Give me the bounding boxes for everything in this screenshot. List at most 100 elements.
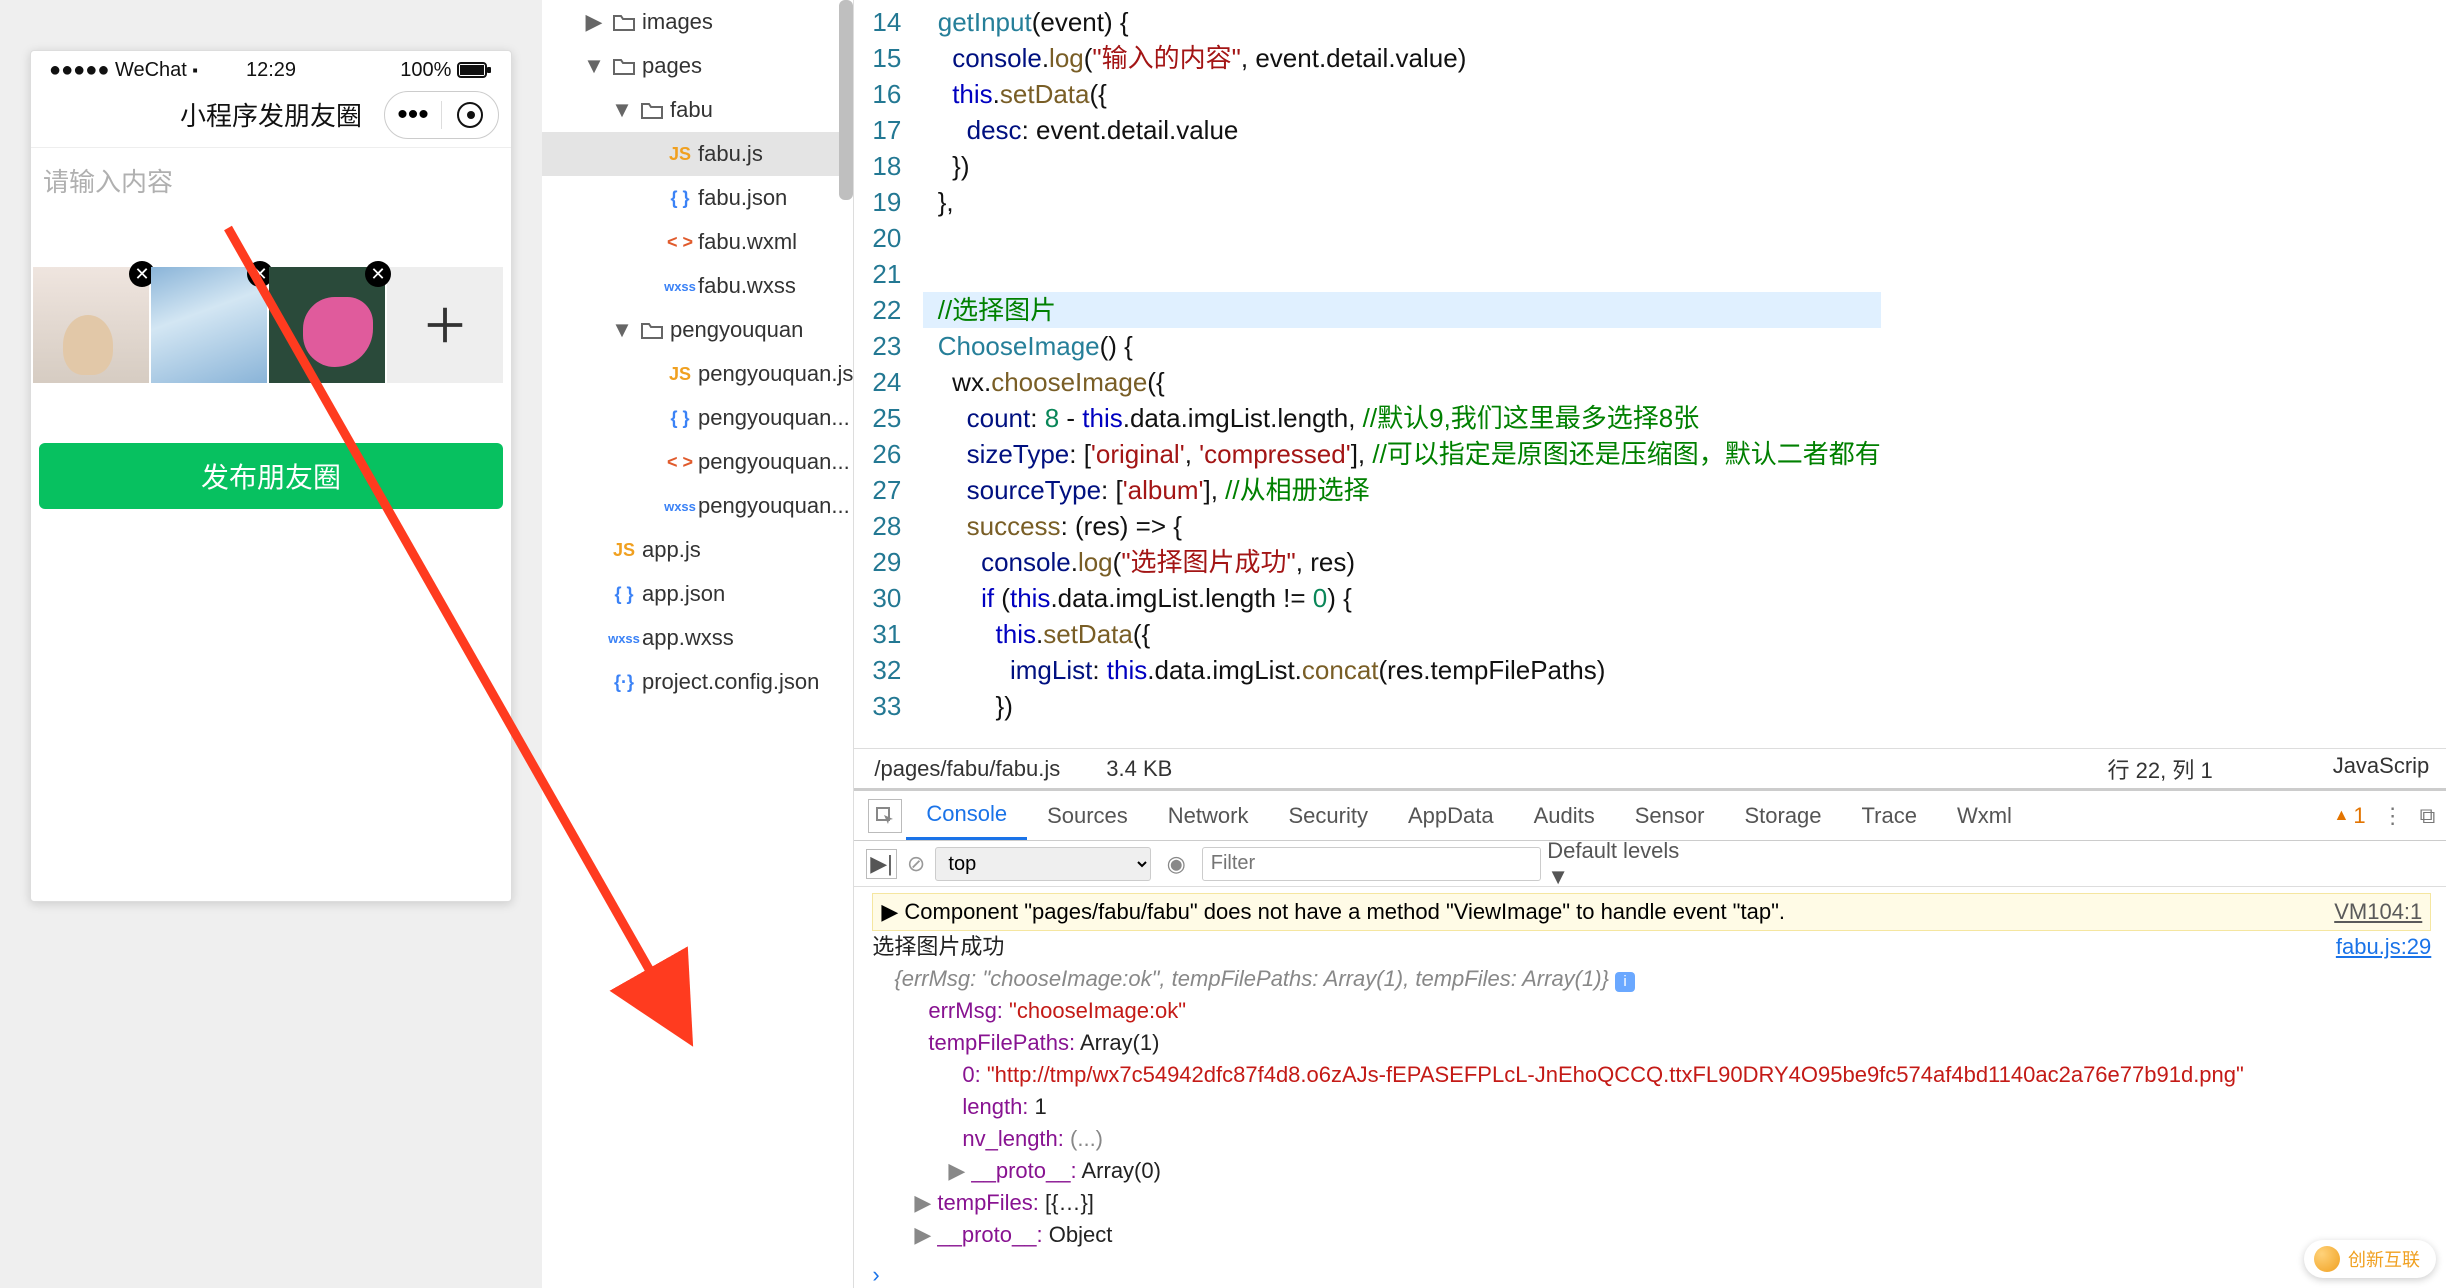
capsule-more-button[interactable]: •••: [385, 91, 441, 139]
console-prompt[interactable]: ›: [854, 1262, 2446, 1288]
json-icon: {·}: [606, 672, 642, 693]
object-prop: errMsg: "chooseImage:ok": [872, 995, 2431, 1027]
file-tree-item[interactable]: ▼pengyouquan: [542, 308, 853, 352]
context-select[interactable]: top: [935, 847, 1150, 881]
warning-count[interactable]: 1: [2333, 803, 2365, 829]
file-tree-item[interactable]: wxsspengyouquan...: [542, 484, 853, 528]
image-thumb[interactable]: ✕: [151, 267, 267, 383]
file-label: app.js: [642, 537, 701, 563]
editor-statusbar: /pages/fabu/fabu.js 3.4 KB 行 22, 列 1 Jav…: [854, 748, 2446, 788]
file-tree-item[interactable]: JSapp.js: [542, 528, 853, 572]
devtools-tab-console[interactable]: Console: [906, 791, 1027, 840]
object-prop: length: 1: [872, 1091, 2431, 1123]
console-output[interactable]: ▶ Component "pages/fabu/fabu" does not h…: [854, 887, 2446, 1262]
devtools-tab-appdata[interactable]: AppData: [1388, 791, 1514, 840]
object-prop[interactable]: tempFilePaths: Array(1): [872, 1027, 2431, 1059]
code-editor[interactable]: 1415161718192021222324252627282930313233…: [854, 0, 2446, 748]
page-content: ✕ ✕ ✕ 发布朋友圈: [31, 147, 511, 901]
warning-source-link[interactable]: VM104:1: [2334, 896, 2422, 928]
devtools-more-icon[interactable]: ⋮: [2370, 803, 2416, 829]
file-tree-item[interactable]: ▼fabu: [542, 88, 853, 132]
folder-icon: [606, 56, 642, 76]
clear-console-icon[interactable]: ⊘: [903, 851, 930, 877]
console-object[interactable]: {errMsg: "chooseImage:ok", tempFilePaths…: [872, 963, 2431, 995]
publish-button[interactable]: 发布朋友圈: [39, 443, 503, 509]
line-gutter: 1415161718192021222324252627282930313233: [854, 0, 923, 748]
file-explorer-scrollbar[interactable]: [839, 0, 853, 200]
log-source-link[interactable]: fabu.js:29: [2336, 931, 2431, 963]
object-prop[interactable]: nv_length: (...): [872, 1123, 2431, 1155]
console-toolbar: ▶| ⊘ top ◉ Default levels ▼: [854, 841, 2446, 887]
json-icon: { }: [662, 188, 698, 209]
element-picker-icon[interactable]: [868, 799, 902, 833]
devtools-tab-security[interactable]: Security: [1268, 791, 1387, 840]
json-icon: { }: [662, 408, 698, 429]
file-label: project.config.json: [642, 669, 819, 695]
file-label: app.wxss: [642, 625, 734, 651]
capsule-close-button[interactable]: [442, 91, 498, 139]
object-prop[interactable]: __proto__: Array(0): [872, 1155, 2431, 1187]
file-tree-item[interactable]: { }fabu.json: [542, 176, 853, 220]
file-tree-item[interactable]: < >pengyouquan...: [542, 440, 853, 484]
file-label: app.json: [642, 581, 725, 607]
watermark: 创新互联: [2304, 1240, 2436, 1278]
file-explorer[interactable]: ▶images▼pages▼fabuJSfabu.js{ }fabu.json<…: [542, 0, 854, 1288]
add-image-button[interactable]: [387, 267, 503, 383]
status-bar: ●●●●● WeChat ⬝ 12:29 100%: [31, 51, 511, 86]
file-label: pengyouquan...: [698, 405, 850, 431]
editor-panel: 1415161718192021222324252627282930313233…: [854, 0, 2446, 1288]
file-tree-item[interactable]: { }pengyouquan...: [542, 396, 853, 440]
file-label: fabu: [670, 97, 713, 123]
file-label: fabu.wxss: [698, 273, 796, 299]
console-filter-input[interactable]: [1202, 847, 1541, 881]
image-thumb[interactable]: ✕: [269, 267, 385, 383]
object-prop[interactable]: tempFiles: [{…}]: [872, 1187, 2431, 1219]
file-tree-item[interactable]: wxssfabu.wxss: [542, 264, 853, 308]
file-tree-item[interactable]: ▼pages: [542, 44, 853, 88]
devtools-tab-sensor[interactable]: Sensor: [1615, 791, 1725, 840]
file-tree-item[interactable]: JSpengyouquan.js: [542, 352, 853, 396]
file-label: pengyouquan...: [698, 493, 850, 519]
language-mode: JavaScrip: [2333, 753, 2430, 785]
devtools-tab-storage[interactable]: Storage: [1724, 791, 1841, 840]
file-tree-item[interactable]: < >fabu.wxml: [542, 220, 853, 264]
console-play-icon[interactable]: ▶|: [866, 849, 896, 879]
file-label: fabu.js: [698, 141, 763, 167]
file-label: pages: [642, 53, 702, 79]
mini-program-navbar: 小程序发朋友圈 •••: [31, 86, 511, 147]
delete-image-icon[interactable]: ✕: [365, 261, 391, 287]
file-tree-item[interactable]: { }app.json: [542, 572, 853, 616]
file-label: fabu.json: [698, 185, 787, 211]
console-warning-row: ▶ Component "pages/fabu/fabu" does not h…: [872, 893, 2431, 931]
file-label: images: [642, 9, 713, 35]
devtools-dock-icon[interactable]: ⧉: [2420, 803, 2436, 829]
devtools-tab-network[interactable]: Network: [1148, 791, 1269, 840]
log-levels-select[interactable]: Default levels ▼: [1547, 838, 1689, 890]
folder-icon: [634, 100, 670, 120]
watermark-logo-icon: [2314, 1246, 2340, 1272]
devtools-panel: ConsoleSourcesNetworkSecurityAppDataAudi…: [854, 788, 2446, 1288]
phone-frame: ●●●●● WeChat ⬝ 12:29 100% 小程序发朋友圈 ••• ✕: [30, 50, 512, 902]
file-tree-item[interactable]: ▶images: [542, 0, 853, 44]
wxml-icon: < >: [662, 452, 698, 473]
file-tree-item[interactable]: wxssapp.wxss: [542, 616, 853, 660]
devtools-tab-trace[interactable]: Trace: [1842, 791, 1937, 840]
info-icon[interactable]: i: [1615, 972, 1635, 992]
image-thumb[interactable]: ✕: [33, 267, 149, 383]
file-size: 3.4 KB: [1106, 756, 1172, 782]
code-body[interactable]: getInput(event) { console.log("输入的内容", e…: [923, 0, 1881, 748]
content-textarea[interactable]: [31, 148, 511, 256]
file-label: pengyouquan...: [698, 449, 850, 475]
object-prop[interactable]: __proto__: Object: [872, 1219, 2431, 1251]
devtools-tab-audits[interactable]: Audits: [1514, 791, 1615, 840]
clock-label: 12:29: [31, 59, 511, 82]
devtools-tab-wxml[interactable]: Wxml: [1937, 791, 2032, 840]
console-log-row: 选择图片成功 fabu.js:29: [872, 931, 2431, 963]
file-tree-item[interactable]: JSfabu.js: [542, 132, 853, 176]
wxml-icon: < >: [662, 232, 698, 253]
js-icon: JS: [662, 364, 698, 385]
devtools-tab-sources[interactable]: Sources: [1027, 791, 1148, 840]
live-expression-icon[interactable]: ◉: [1157, 851, 1196, 877]
file-tree-item[interactable]: {·}project.config.json: [542, 660, 853, 704]
file-label: pengyouquan.js: [698, 361, 853, 387]
